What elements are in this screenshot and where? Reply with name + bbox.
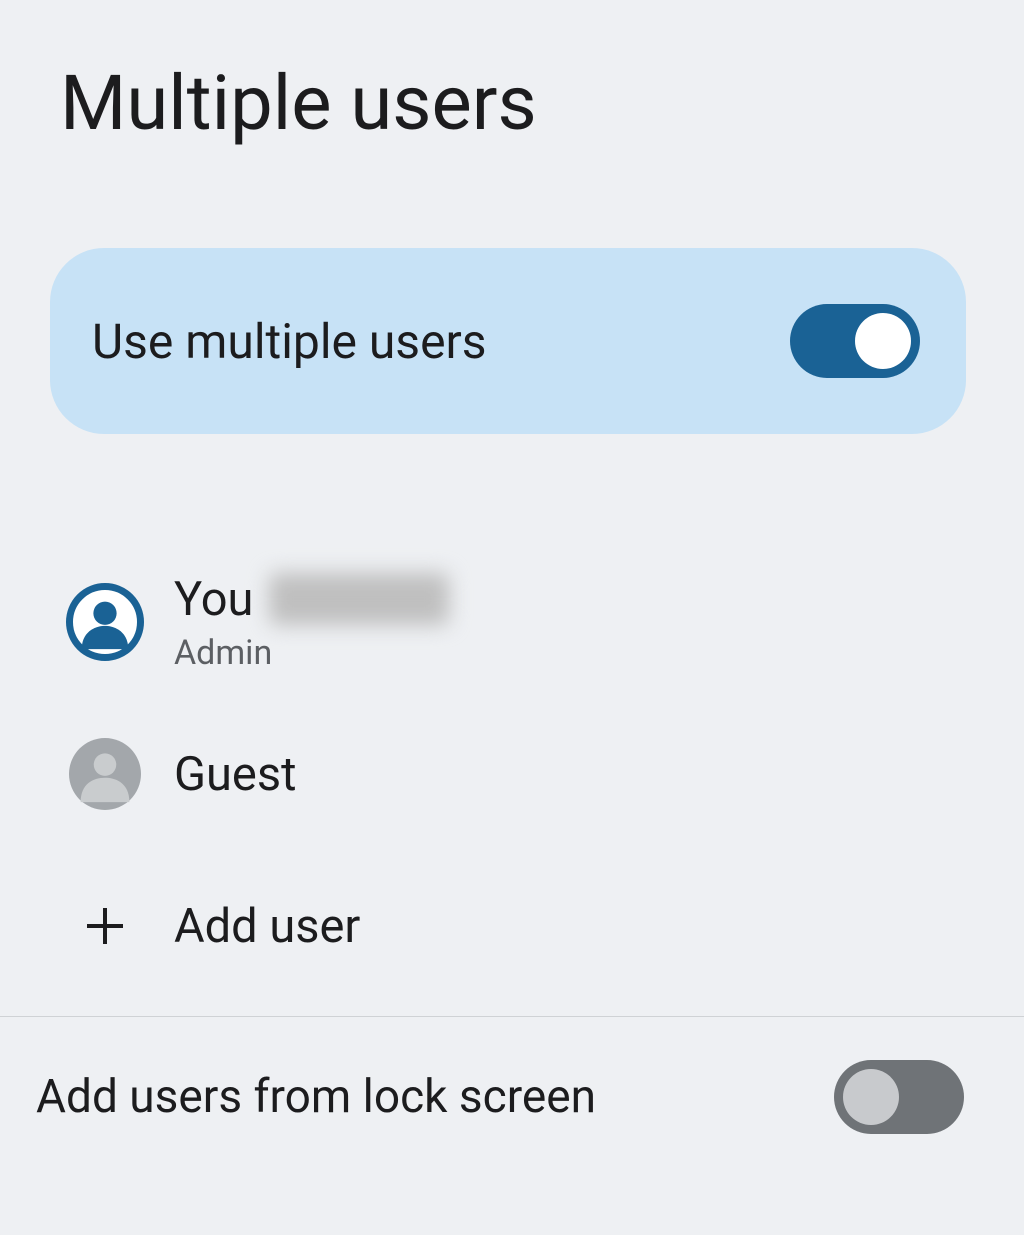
use-multiple-users-row[interactable]: Use multiple users (50, 248, 966, 434)
add-users-from-lock-screen-toggle[interactable] (834, 1060, 964, 1134)
avatar-you (66, 583, 144, 661)
plus-icon (69, 890, 141, 962)
user-you-name-redacted (269, 573, 449, 625)
add-user-row[interactable]: Add user (0, 860, 1024, 992)
person-icon (69, 738, 141, 810)
settings-page: Multiple users Use multiple users You (0, 0, 1024, 1235)
use-multiple-users-label: Use multiple users (92, 313, 487, 370)
person-icon (66, 583, 144, 661)
toggle-knob (855, 313, 911, 369)
avatar-guest (66, 735, 144, 813)
user-you-role: Admin (174, 633, 449, 673)
user-row-guest[interactable]: Guest (0, 708, 1024, 840)
use-multiple-users-toggle[interactable] (790, 304, 920, 378)
add-users-from-lock-screen-row[interactable]: Add users from lock screen (0, 1017, 1024, 1177)
users-list: You Admin Guest (0, 556, 1024, 992)
user-row-you[interactable]: You Admin (0, 556, 1024, 688)
page-title: Multiple users (60, 58, 1024, 148)
add-users-from-lock-screen-label: Add users from lock screen (36, 1070, 596, 1124)
user-you-label: You (174, 572, 253, 627)
toggle-knob (843, 1069, 899, 1125)
user-guest-label: Guest (174, 747, 296, 802)
add-user-label: Add user (174, 899, 360, 954)
